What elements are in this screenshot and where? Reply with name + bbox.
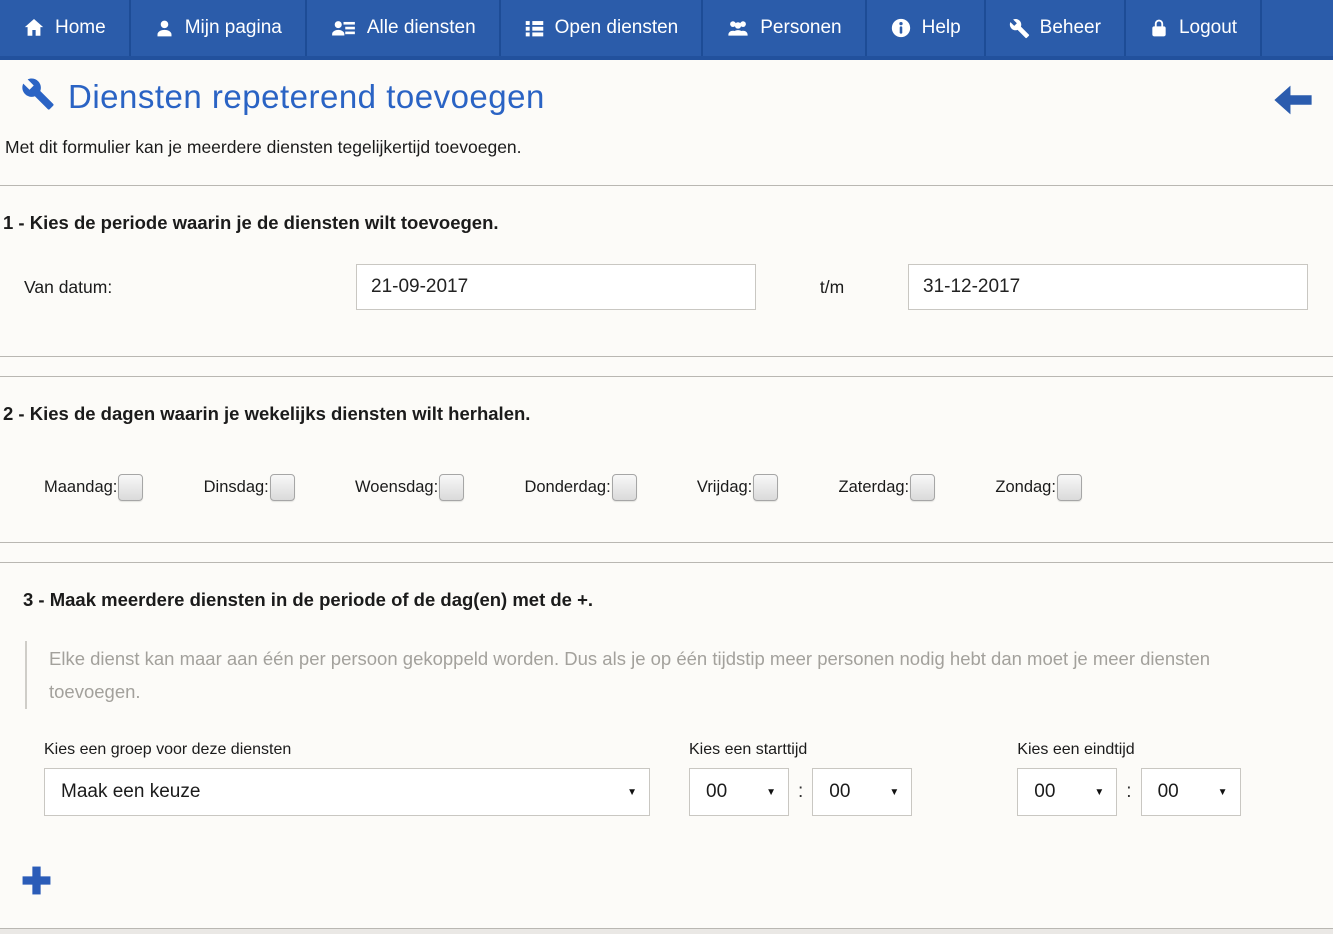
start-hour-select[interactable]: 00 — [689, 768, 789, 816]
days-row: Maandag: Dinsdag: Woensdag: Donderdag: V… — [44, 474, 1082, 501]
nav-item-home[interactable]: Home — [0, 0, 131, 56]
day-item-maandag: Maandag: — [44, 474, 143, 501]
start-time-label: Kies een starttijd — [689, 741, 912, 759]
day-label: Donderdag: — [524, 478, 610, 497]
day-item-zondag: Zondag: — [995, 474, 1082, 501]
chevron-down-icon — [627, 787, 637, 798]
day-label: Woensdag: — [355, 478, 438, 497]
end-time-label: Kies een eindtijd — [1017, 741, 1240, 759]
section-divider — [0, 356, 1333, 377]
end-time-field: Kies een eindtijd 00 : 00 — [1017, 741, 1240, 816]
group-select-value: Maak een keuze — [61, 781, 200, 803]
user-icon — [154, 18, 175, 39]
lock-icon — [1149, 18, 1169, 38]
section2-heading: 2 - Kies de dagen waarin je wekelijks di… — [3, 403, 1333, 425]
start-time-field: Kies een starttijd 00 : 00 — [689, 741, 912, 816]
nav-item-label: Beheer — [1040, 17, 1101, 39]
date-row: Van datum: t/m — [24, 264, 1333, 310]
time-separator: : — [1126, 781, 1131, 803]
section-weekdays: 2 - Kies de dagen waarin je wekelijks di… — [0, 403, 1333, 501]
nav-item-label: Logout — [1179, 17, 1237, 39]
page-title: Diensten repeterend toevoegen — [68, 78, 545, 116]
nav-item-label: Mijn pagina — [185, 17, 282, 39]
nav-item-label: Home — [55, 17, 106, 39]
nav-item-personen[interactable]: Personen — [703, 0, 866, 56]
group-select[interactable]: Maak een keuze — [44, 768, 650, 816]
checkbox-vrijdag[interactable] — [753, 474, 778, 501]
title-wrap: Diensten repeterend toevoegen — [21, 77, 545, 116]
end-time-selects: 00 : 00 — [1017, 768, 1240, 816]
day-label: Vrijdag: — [697, 478, 752, 497]
end-minute-select[interactable]: 00 — [1141, 768, 1241, 816]
start-hour-value: 00 — [706, 781, 727, 803]
nav-item-help[interactable]: Help — [867, 0, 986, 56]
nav-item-alle-diensten[interactable]: Alle diensten — [307, 0, 501, 56]
checkbox-zaterdag[interactable] — [910, 474, 935, 501]
checkbox-dinsdag[interactable] — [270, 474, 295, 501]
header-divider — [0, 185, 1333, 186]
section1-heading: 1 - Kies de periode waarin je de dienste… — [3, 212, 1333, 234]
wrench-icon — [21, 77, 55, 116]
end-minute-value: 00 — [1158, 781, 1179, 803]
nav-item-label: Personen — [760, 17, 841, 39]
service-form-row: Kies een groep voor deze diensten Maak e… — [44, 741, 1333, 816]
day-label: Zondag: — [995, 478, 1056, 497]
list-icon — [524, 18, 545, 39]
end-hour-value: 00 — [1034, 781, 1055, 803]
day-item-zaterdag: Zaterdag: — [839, 474, 936, 501]
checkbox-woensdag[interactable] — [439, 474, 464, 501]
day-item-donderdag: Donderdag: — [524, 474, 636, 501]
group-field: Kies een groep voor deze diensten Maak e… — [44, 741, 650, 816]
section3-note: Elke dienst kan maar aan één per persoon… — [25, 641, 1251, 709]
arrow-left-icon — [1271, 104, 1315, 121]
from-date-label: Van datum: — [24, 277, 356, 298]
to-date-input[interactable] — [908, 264, 1308, 310]
home-icon — [23, 17, 45, 39]
from-date-input[interactable] — [356, 264, 756, 310]
section-services: 3 - Maak meerdere diensten in de periode… — [0, 589, 1333, 901]
nav-item-mijn-pagina[interactable]: Mijn pagina — [131, 0, 307, 56]
chevron-down-icon — [1094, 787, 1104, 798]
add-service-button[interactable] — [21, 865, 52, 901]
nav-item-label: Help — [922, 17, 961, 39]
day-label: Maandag: — [44, 478, 117, 497]
day-label: Dinsdag: — [204, 478, 269, 497]
day-item-vrijdag: Vrijdag: — [697, 474, 778, 501]
checkbox-maandag[interactable] — [118, 474, 143, 501]
checkbox-zondag[interactable] — [1057, 474, 1082, 501]
plus-icon — [21, 883, 52, 900]
checkbox-donderdag[interactable] — [612, 474, 637, 501]
section-period: 1 - Kies de periode waarin je de dienste… — [0, 212, 1333, 310]
page-subtitle: Met dit formulier kan je meerdere dienst… — [5, 137, 1333, 158]
nav-item-logout[interactable]: Logout — [1126, 0, 1262, 56]
day-item-dinsdag: Dinsdag: — [204, 474, 295, 501]
back-button[interactable] — [1271, 83, 1315, 122]
group-label: Kies een groep voor deze diensten — [44, 741, 650, 759]
section3-heading: 3 - Maak meerdere diensten in de periode… — [23, 589, 1333, 611]
footer-strip — [0, 928, 1333, 934]
day-label: Zaterdag: — [839, 478, 910, 497]
to-label: t/m — [756, 277, 908, 298]
day-item-woensdag: Woensdag: — [355, 474, 464, 501]
top-navbar: Home Mijn pagina Alle diensten Open dien… — [0, 0, 1333, 60]
start-time-selects: 00 : 00 — [689, 768, 912, 816]
nav-item-beheer[interactable]: Beheer — [986, 0, 1126, 56]
nav-item-open-diensten[interactable]: Open diensten — [501, 0, 704, 56]
chevron-down-icon — [1218, 787, 1228, 798]
users-icon — [726, 17, 750, 39]
nav-item-label: Open diensten — [555, 17, 679, 39]
info-icon — [890, 17, 912, 39]
chevron-down-icon — [889, 787, 899, 798]
start-minute-value: 00 — [829, 781, 850, 803]
section-divider — [0, 542, 1333, 563]
page-header: Diensten repeterend toevoegen — [0, 60, 1333, 122]
user-list-icon — [330, 18, 357, 39]
time-separator: : — [798, 781, 803, 803]
start-minute-select[interactable]: 00 — [812, 768, 912, 816]
end-hour-select[interactable]: 00 — [1017, 768, 1117, 816]
wrench-icon — [1009, 18, 1030, 39]
nav-item-label: Alle diensten — [367, 17, 476, 39]
chevron-down-icon — [766, 787, 776, 798]
